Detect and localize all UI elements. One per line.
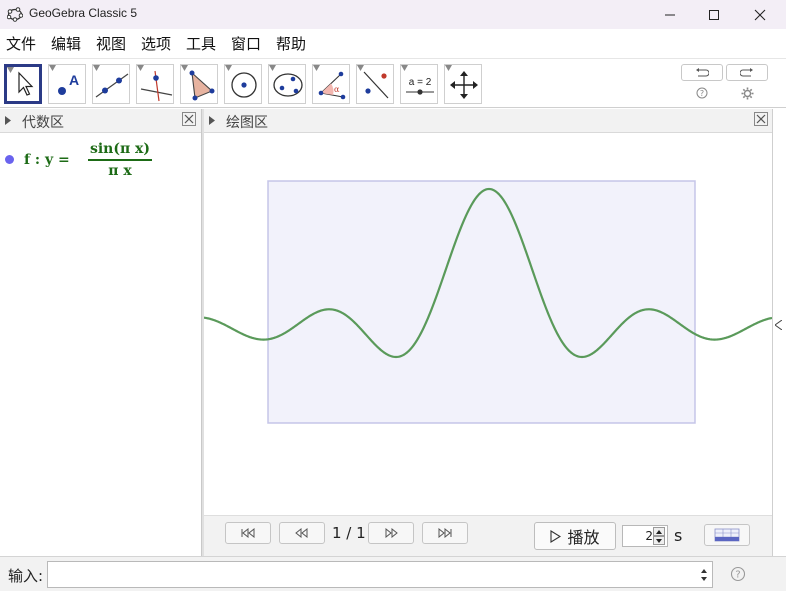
point-tool-label: A <box>69 72 79 88</box>
toolbar: A α a = 2 ? <box>0 58 786 108</box>
graphics-view-header: 绘图区 <box>204 109 772 133</box>
page-counter: 1 / 1 <box>332 524 366 542</box>
previous-page-button[interactable] <box>279 522 325 544</box>
close-icon <box>754 9 766 20</box>
menu-window[interactable]: 窗口 <box>231 33 261 54</box>
menu-edit[interactable]: 编辑 <box>51 33 81 54</box>
command-input[interactable] <box>47 561 713 588</box>
minimize-button[interactable] <box>647 0 693 29</box>
settings-button[interactable] <box>740 86 754 100</box>
fraction-bar <box>88 159 152 161</box>
menu-file[interactable]: 文件 <box>6 33 36 54</box>
menu-tools[interactable]: 工具 <box>186 33 216 54</box>
right-edge-panel <box>772 109 786 556</box>
undo-button[interactable] <box>681 64 723 81</box>
algebra-view-title: 代数区 <box>22 115 64 131</box>
point-tool[interactable]: A <box>48 64 86 104</box>
reflect-tool[interactable] <box>356 64 394 104</box>
speed-value: 2 <box>645 529 653 543</box>
toolbar-help-button[interactable]: ? <box>695 86 709 100</box>
geogebra-logo-icon <box>7 7 23 22</box>
function-denominator: π x <box>108 163 132 179</box>
graphics-canvas[interactable] <box>204 134 772 515</box>
input-help-icon[interactable]: ? <box>730 566 746 582</box>
circle-center-point-icon <box>231 72 257 98</box>
collapse-arrow-icon[interactable] <box>209 116 215 125</box>
speed-down-button[interactable] <box>653 536 665 545</box>
maximize-icon <box>709 9 719 20</box>
perpendicular-line-icon <box>140 70 173 102</box>
slider-tool-label: a = 2 <box>409 77 432 88</box>
title-bar: GeoGebra Classic 5 <box>0 0 786 29</box>
next-page-button[interactable] <box>368 522 414 544</box>
polygon-icon <box>189 70 215 101</box>
play-button[interactable]: 播放 <box>534 522 616 550</box>
ellipse-tool[interactable] <box>268 64 306 104</box>
table-grid-icon <box>714 528 740 542</box>
arrow-down-icon <box>656 538 662 543</box>
next-page-icon <box>385 528 398 538</box>
close-button[interactable] <box>737 0 783 29</box>
animation-bar: 1 / 1 播放 2 s <box>204 515 772 556</box>
circle-tool[interactable] <box>224 64 262 104</box>
perpendicular-line-tool[interactable] <box>136 64 174 104</box>
line-tool[interactable] <box>92 64 130 104</box>
function-numerator: sin(π x) <box>89 141 151 157</box>
last-page-icon <box>438 528 452 538</box>
speed-unit: s <box>674 526 683 545</box>
export-frame <box>267 180 696 424</box>
speed-stepper[interactable]: 2 <box>622 525 668 547</box>
redo-button[interactable] <box>726 64 768 81</box>
first-page-icon <box>241 528 255 538</box>
polygon-tool[interactable] <box>180 64 218 104</box>
function-fraction: sin(π x) π x <box>88 140 152 180</box>
svg-text:?: ? <box>735 570 740 581</box>
redo-icon <box>740 67 753 76</box>
graphics-view-title: 绘图区 <box>226 115 268 131</box>
angle-tool-label: α <box>334 85 340 94</box>
minimize-icon <box>665 14 675 15</box>
close-algebra-view-icon[interactable] <box>182 112 196 126</box>
expand-panel-arrow-icon[interactable] <box>775 320 782 330</box>
play-icon <box>550 529 562 543</box>
speed-up-button[interactable] <box>653 527 665 536</box>
slider-tool[interactable]: a = 2 <box>400 64 438 104</box>
first-page-button[interactable] <box>225 522 271 544</box>
reflect-about-line-icon <box>363 71 389 99</box>
maximize-button[interactable] <box>691 0 737 29</box>
close-graphics-view-icon[interactable] <box>754 112 768 126</box>
input-bar: 输入: ? <box>0 556 786 591</box>
visibility-toggle-dot[interactable] <box>5 155 14 164</box>
move-cross-arrows-icon <box>450 71 478 99</box>
algebra-view: f : y = sin(π x) π x <box>0 134 201 556</box>
algebra-view-header: 代数区 <box>0 109 201 133</box>
menu-bar: 文件 编辑 视图 选项 工具 窗口 帮助 <box>0 29 786 57</box>
arrow-up-icon <box>656 529 662 534</box>
angle-tool[interactable]: α <box>312 64 350 104</box>
angle-icon: α <box>318 71 346 100</box>
last-page-button[interactable] <box>422 522 468 544</box>
play-label: 播放 <box>567 528 600 547</box>
collapse-arrow-icon[interactable] <box>5 116 11 125</box>
svg-text:?: ? <box>700 89 704 98</box>
ellipse-icon <box>273 73 303 97</box>
menu-options[interactable]: 选项 <box>141 33 171 54</box>
window-title: GeoGebra Classic 5 <box>29 6 138 20</box>
graphics-view[interactable] <box>204 134 772 515</box>
input-history-arrows-icon[interactable] <box>699 567 709 583</box>
menu-view[interactable]: 视图 <box>96 33 126 54</box>
slider-icon: a = 2 <box>406 77 434 95</box>
undo-icon <box>696 67 709 76</box>
help-icon: ? <box>696 87 708 99</box>
slides-table-button[interactable] <box>704 524 750 546</box>
settings-gear-icon <box>741 87 753 99</box>
line-through-two-points-icon <box>95 73 129 98</box>
move-tool[interactable] <box>4 64 42 104</box>
point-a-icon: A <box>58 72 79 95</box>
previous-page-icon <box>295 528 308 538</box>
input-label: 输入: <box>8 567 44 585</box>
function-lhs: f : y = <box>24 152 70 168</box>
move-graphics-view-tool[interactable] <box>444 64 482 104</box>
menu-help[interactable]: 帮助 <box>276 33 306 54</box>
